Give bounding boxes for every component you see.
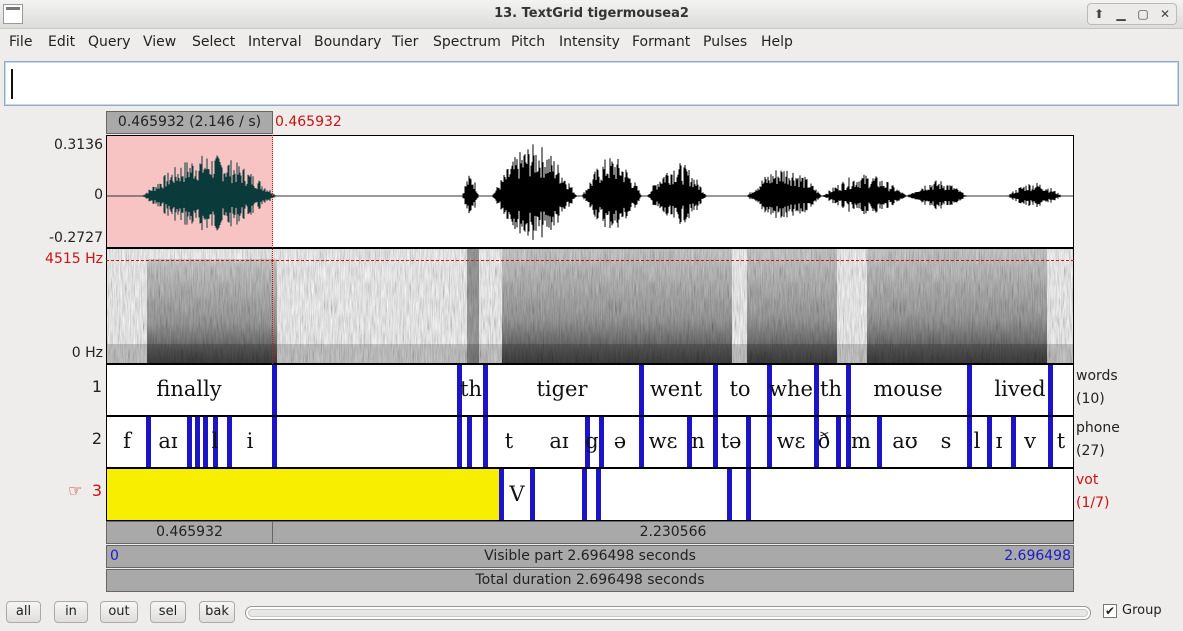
phone-label: t <box>1056 429 1066 453</box>
phone-label: s <box>940 429 952 453</box>
waveform-panel[interactable] <box>106 135 1074 248</box>
phone-label: l <box>211 429 219 453</box>
cursor-time-label: 0.465932 <box>275 114 342 130</box>
tier-2-count: (27) <box>1076 443 1105 459</box>
window-controls: ⬆ ▁ ▢ ✕ <box>1087 3 1177 25</box>
phone-label: t <box>504 429 514 453</box>
duration-right-segment[interactable]: 2.230566 <box>273 522 1073 543</box>
label-text-input[interactable] <box>4 61 1179 106</box>
spectrogram-image <box>107 249 1073 363</box>
menu-help[interactable]: Help <box>761 34 793 50</box>
phone-label: aɪ <box>549 429 569 453</box>
spectrogram-fmax: 4515 Hz <box>45 251 103 267</box>
horizontal-scrollbar[interactable] <box>245 606 1091 620</box>
title-bar: 13. TextGrid tigermousea2 ⬆ ▁ ▢ ✕ <box>0 0 1183 29</box>
window-title: 13. TextGrid tigermousea2 <box>494 6 689 21</box>
phone-label: ə <box>613 429 627 453</box>
duration-left-segment[interactable]: 0.465932 <box>107 522 273 543</box>
total-duration-bar[interactable]: Total duration 2.696498 seconds <box>106 569 1074 592</box>
phone-label: v <box>1024 429 1036 453</box>
menu-select[interactable]: Select <box>192 34 235 50</box>
tier-2-name: phone <box>1076 420 1120 436</box>
menu-formant[interactable]: Formant <box>632 34 690 50</box>
duration-bar: 0.465932 2.230566 <box>106 521 1074 544</box>
word-label: finally <box>156 377 222 401</box>
menu-pulses[interactable]: Pulses <box>703 34 747 50</box>
tier-words[interactable]: finally th tiger went to whe th mouse li… <box>106 364 1074 416</box>
group-checkbox[interactable]: ✔ <box>1103 604 1117 618</box>
word-label: th <box>460 377 482 401</box>
phone-label: f <box>123 429 131 453</box>
menu-tier[interactable]: Tier <box>392 34 418 50</box>
tier-2-number: 2 <box>91 429 102 448</box>
tier-1-count: (10) <box>1076 391 1105 407</box>
tier-3-number: 3 <box>91 481 102 500</box>
zoom-back-button[interactable]: bak <box>199 601 235 623</box>
word-label: tiger <box>536 377 588 401</box>
phone-label: g <box>585 429 599 453</box>
frequency-cursor-line <box>106 260 1074 261</box>
phone-label: ð <box>817 429 831 453</box>
word-label: to <box>729 377 751 401</box>
phone-label: wɛ <box>776 429 806 453</box>
menu-file[interactable]: File <box>9 34 32 50</box>
menu-query[interactable]: Query <box>88 34 131 50</box>
menu-interval[interactable]: Interval <box>248 34 302 50</box>
menu-edit[interactable]: Edit <box>48 34 75 50</box>
visible-part-label: Visible part 2.696498 seconds <box>484 548 696 564</box>
vot-label: V <box>509 482 525 506</box>
phone-label: aɪ <box>158 429 178 453</box>
phone-label: ɪ <box>995 429 1003 453</box>
menu-view[interactable]: View <box>143 34 176 50</box>
close-icon[interactable]: ✕ <box>1154 4 1176 24</box>
zoom-in-button[interactable]: in <box>54 601 88 623</box>
minimize-icon[interactable]: ▁ <box>1110 4 1132 24</box>
word-label: th <box>820 377 842 401</box>
tier-1-name: words <box>1076 368 1118 384</box>
visible-part-bar[interactable]: 0 Visible part 2.696498 seconds 2.696498 <box>106 545 1074 568</box>
zoom-out-button[interactable]: out <box>100 601 138 623</box>
menu-bar: File Edit Query View Select Interval Bou… <box>0 30 1183 56</box>
menu-boundary[interactable]: Boundary <box>314 34 381 50</box>
word-label: went <box>649 377 703 401</box>
zoom-all-button[interactable]: all <box>6 601 41 623</box>
word-label: whe <box>769 377 813 401</box>
word-label: mouse <box>873 377 943 401</box>
phone-label: l <box>973 429 981 453</box>
visible-end: 2.696498 <box>1004 548 1071 564</box>
menu-pitch[interactable]: Pitch <box>511 34 545 50</box>
cursor-line <box>272 135 273 364</box>
phone-label: n <box>691 429 705 453</box>
phone-label: tə <box>720 429 742 453</box>
phone-label: i <box>246 429 254 453</box>
text-caret <box>11 69 13 99</box>
phone-label: aʊ <box>892 429 918 453</box>
waveform-trace <box>107 144 1073 240</box>
tier-3-count: (1/7) <box>1076 495 1110 511</box>
tier-3-name: vot <box>1076 472 1099 488</box>
zoom-sel-button[interactable]: sel <box>150 601 186 623</box>
total-duration-label: Total duration 2.696498 seconds <box>475 572 705 588</box>
menu-intensity[interactable]: Intensity <box>559 34 620 50</box>
menu-spectrum[interactable]: Spectrum <box>433 34 501 50</box>
spectrogram-fmin: 0 Hz <box>71 345 103 361</box>
group-label: Group <box>1122 603 1162 618</box>
tier-vot[interactable]: V <box>106 468 1074 521</box>
tier-1-number: 1 <box>91 377 102 396</box>
waveform-ymax: 0.3136 <box>54 137 103 153</box>
tier-phone[interactable]: f aɪ l i t aɪ g ə wɛ n tə wɛ ð m aʊ s l … <box>106 416 1074 468</box>
spectrogram-panel[interactable] <box>106 248 1074 364</box>
phone-label: wɛ <box>648 429 678 453</box>
maximize-icon[interactable]: ▢ <box>1132 4 1154 24</box>
keep-above-icon[interactable]: ⬆ <box>1088 4 1110 24</box>
vot-selection <box>107 469 499 520</box>
scrollbar-thumb[interactable] <box>248 609 1088 617</box>
word-label: lived <box>994 377 1046 401</box>
waveform-ymin: -0.2727 <box>48 230 103 246</box>
phone-label: m <box>851 429 871 453</box>
waveform-ymid: 0 <box>94 187 103 203</box>
selection-duration-bar[interactable]: 0.465932 (2.146 / s) <box>106 111 273 134</box>
